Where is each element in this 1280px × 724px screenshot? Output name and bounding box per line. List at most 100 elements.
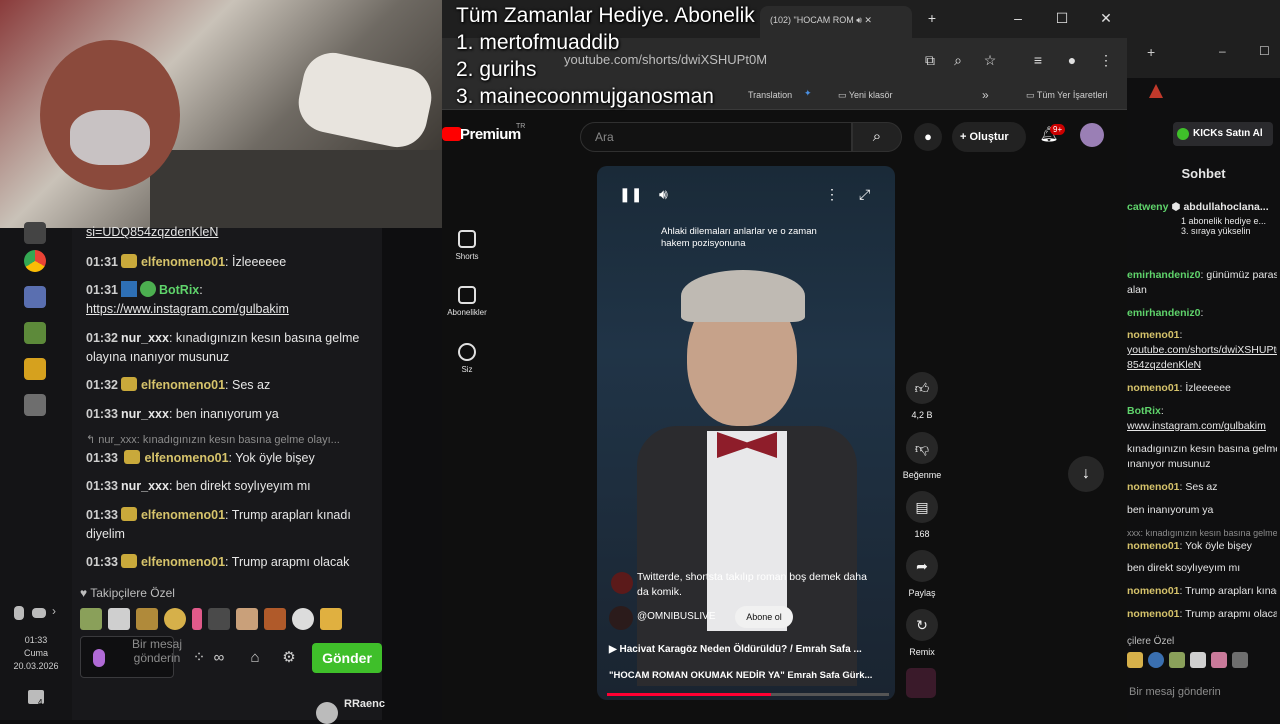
infinity-icon[interactable]: ∞ — [210, 650, 228, 666]
volume-icon[interactable]: 🔊︎ — [659, 186, 668, 203]
voice-search-icon[interactable]: ● — [914, 123, 942, 151]
emote[interactable] — [236, 608, 258, 630]
tab-active[interactable]: (102) "HOCAM ROM 🔊︎ ✕ — [760, 6, 912, 38]
video-title[interactable]: "HOCAM ROMAN OKUMAK NEDİR YA" Emrah Safa… — [609, 670, 872, 681]
chat-username[interactable]: nomeno01 — [1127, 481, 1180, 493]
emote[interactable] — [1127, 652, 1143, 668]
all-bookmarks[interactable]: ▭ Tüm Yer İşaretleri — [1026, 90, 1107, 101]
chat-username[interactable]: elfenomeno01 — [141, 255, 225, 269]
share-button[interactable]: ➦ Paylaş — [894, 550, 950, 598]
emote[interactable] — [320, 608, 342, 630]
new-tab-icon[interactable]: + — [1147, 44, 1155, 60]
create-button[interactable]: + Oluştur — [952, 122, 1026, 152]
bottom-username[interactable]: RRaenc — [344, 698, 385, 710]
settings-gear-icon[interactable]: ⚙ — [280, 650, 298, 666]
emote[interactable] — [80, 608, 102, 630]
media-icon[interactable]: ≡ — [1028, 50, 1048, 70]
chat-username[interactable]: elfenomeno01 — [141, 378, 225, 392]
dislike-button[interactable]: 👎︎ Beğenme — [894, 432, 950, 480]
avatar[interactable] — [316, 702, 338, 724]
emote-picker-icon[interactable]: ⁘ — [190, 650, 208, 666]
app-icon[interactable] — [24, 222, 46, 244]
fullscreen-icon[interactable]: ⤢ — [859, 186, 870, 203]
emote[interactable] — [292, 608, 314, 630]
chat-username[interactable]: catweny — [1127, 201, 1168, 213]
pause-icon[interactable]: ❚❚ — [619, 186, 642, 203]
shield-icon[interactable] — [24, 286, 46, 308]
bookmark-star-icon[interactable]: ☆ — [980, 50, 1000, 70]
related-video-link[interactable]: ▶ Hacivat Karagöz Neden Öldürüldü? / Emr… — [609, 644, 862, 655]
menu-dots-icon[interactable]: ⋮ — [1096, 50, 1116, 70]
app-gray-icon[interactable] — [24, 394, 46, 416]
emote[interactable] — [1232, 652, 1248, 668]
channel-name[interactable]: @OMNIBUSLIVE — [637, 611, 716, 622]
chevron-right-icon[interactable]: › — [52, 604, 56, 618]
usb-icon[interactable] — [14, 606, 24, 620]
profile-icon[interactable]: ● — [1062, 50, 1082, 70]
sidebar-item-shorts[interactable]: Shorts — [442, 230, 492, 261]
buy-kicks-button[interactable]: KICKs Satın Al — [1173, 122, 1273, 146]
remix-button[interactable]: ↻ Remix — [894, 609, 950, 657]
zoom-icon[interactable]: ⌕ — [948, 50, 968, 70]
sidebar-item-subscriptions[interactable]: Abonelikler — [442, 286, 492, 317]
maximize-icon[interactable]: ☐ — [1052, 8, 1072, 28]
bookmark-folder[interactable]: ▭ Yeni klasör — [838, 90, 893, 101]
chat-link[interactable]: si=UDQ854zqzdenKleN — [86, 225, 218, 239]
emote[interactable] — [164, 608, 186, 630]
emote[interactable] — [136, 608, 158, 630]
send-button[interactable]: Gönder — [312, 643, 382, 673]
chevron-double-right-icon[interactable]: » — [982, 88, 989, 102]
display-icon[interactable] — [32, 608, 46, 618]
chat-username[interactable]: nur_xxx — [121, 479, 169, 493]
chat-username[interactable]: elfenomeno01 — [144, 451, 228, 465]
subscribe-button[interactable]: Abone ol — [735, 606, 793, 628]
speaker-icon[interactable]: 🔊︎ — [856, 15, 862, 25]
close-window-icon[interactable]: ✕ — [1096, 8, 1116, 28]
video-progress-bar[interactable] — [607, 693, 889, 696]
chat-link[interactable]: https://www.instagram.com/gulbakim — [86, 302, 289, 316]
install-icon[interactable]: ⧉ — [920, 50, 940, 70]
youtube-logo-icon[interactable] — [442, 127, 462, 141]
comments-button[interactable]: ▤ 168 — [894, 491, 950, 539]
chat-username[interactable]: elfenomeno01 — [141, 508, 225, 522]
butterfly-icon[interactable]: ✦ — [804, 88, 812, 99]
arrow-down-icon[interactable]: ↓ — [1068, 456, 1104, 492]
chat-username[interactable]: emirhandeniz0 — [1127, 269, 1201, 281]
emote[interactable] — [1148, 652, 1164, 668]
reply-preview[interactable]: ↰ nur_xxx: kınadıgınızın kesın basına ge… — [86, 433, 340, 446]
more-options-icon[interactable]: ⋮ — [825, 186, 839, 203]
chat-username[interactable]: nomeno01 — [1127, 585, 1180, 597]
chat-username[interactable]: elfenomeno01 — [141, 555, 225, 569]
shorts-video-player[interactable]: ❚❚ 🔊︎ ⋮ ⤢ Ahlaki dilemaları anlarlar ve … — [597, 166, 895, 700]
chat-message-input[interactable]: Bir mesaj gönderin — [80, 636, 182, 678]
emote[interactable] — [192, 608, 202, 630]
audio-thumbnail[interactable] — [906, 668, 936, 698]
chat-username[interactable]: nomeno01 — [1127, 329, 1180, 341]
emote[interactable] — [108, 608, 130, 630]
search-icon[interactable]: ⌕ — [852, 122, 902, 152]
chat-link[interactable]: 854zqzdenKleN — [1127, 359, 1201, 371]
avatar[interactable] — [1080, 123, 1104, 147]
emote[interactable] — [208, 608, 230, 630]
emote[interactable] — [1211, 652, 1227, 668]
new-tab-icon[interactable]: + — [922, 8, 942, 28]
maximize-icon[interactable]: ☐ — [1259, 44, 1270, 58]
search-input[interactable]: Ara — [580, 122, 852, 152]
chat-link[interactable]: youtube.com/shorts/dwiXSHUPt0 — [1127, 344, 1277, 356]
emote[interactable] — [264, 608, 286, 630]
chat-username[interactable]: BotRix — [159, 283, 199, 297]
chat-username[interactable]: nomeno01 — [1127, 540, 1180, 552]
app-s-icon[interactable] — [24, 358, 46, 380]
emote[interactable] — [1190, 652, 1206, 668]
channel-avatar[interactable] — [609, 606, 633, 630]
emote[interactable] — [1169, 652, 1185, 668]
sidebar-item-you[interactable]: Siz — [442, 343, 492, 374]
like-button[interactable]: 👍︎ 4,2 B — [894, 372, 950, 420]
minimize-icon[interactable]: – — [1219, 44, 1226, 58]
image-icon[interactable] — [24, 322, 46, 344]
microphone-icon[interactable] — [93, 649, 105, 667]
chat-username[interactable]: BotRix — [1127, 405, 1161, 417]
pinned-comment[interactable]: Twitterde, shortsta takılıp roman boş de… — [611, 570, 871, 600]
chat-link[interactable]: www.instagram.com/gulbakim — [1127, 420, 1266, 432]
store-icon[interactable]: ⌂ — [246, 650, 264, 666]
